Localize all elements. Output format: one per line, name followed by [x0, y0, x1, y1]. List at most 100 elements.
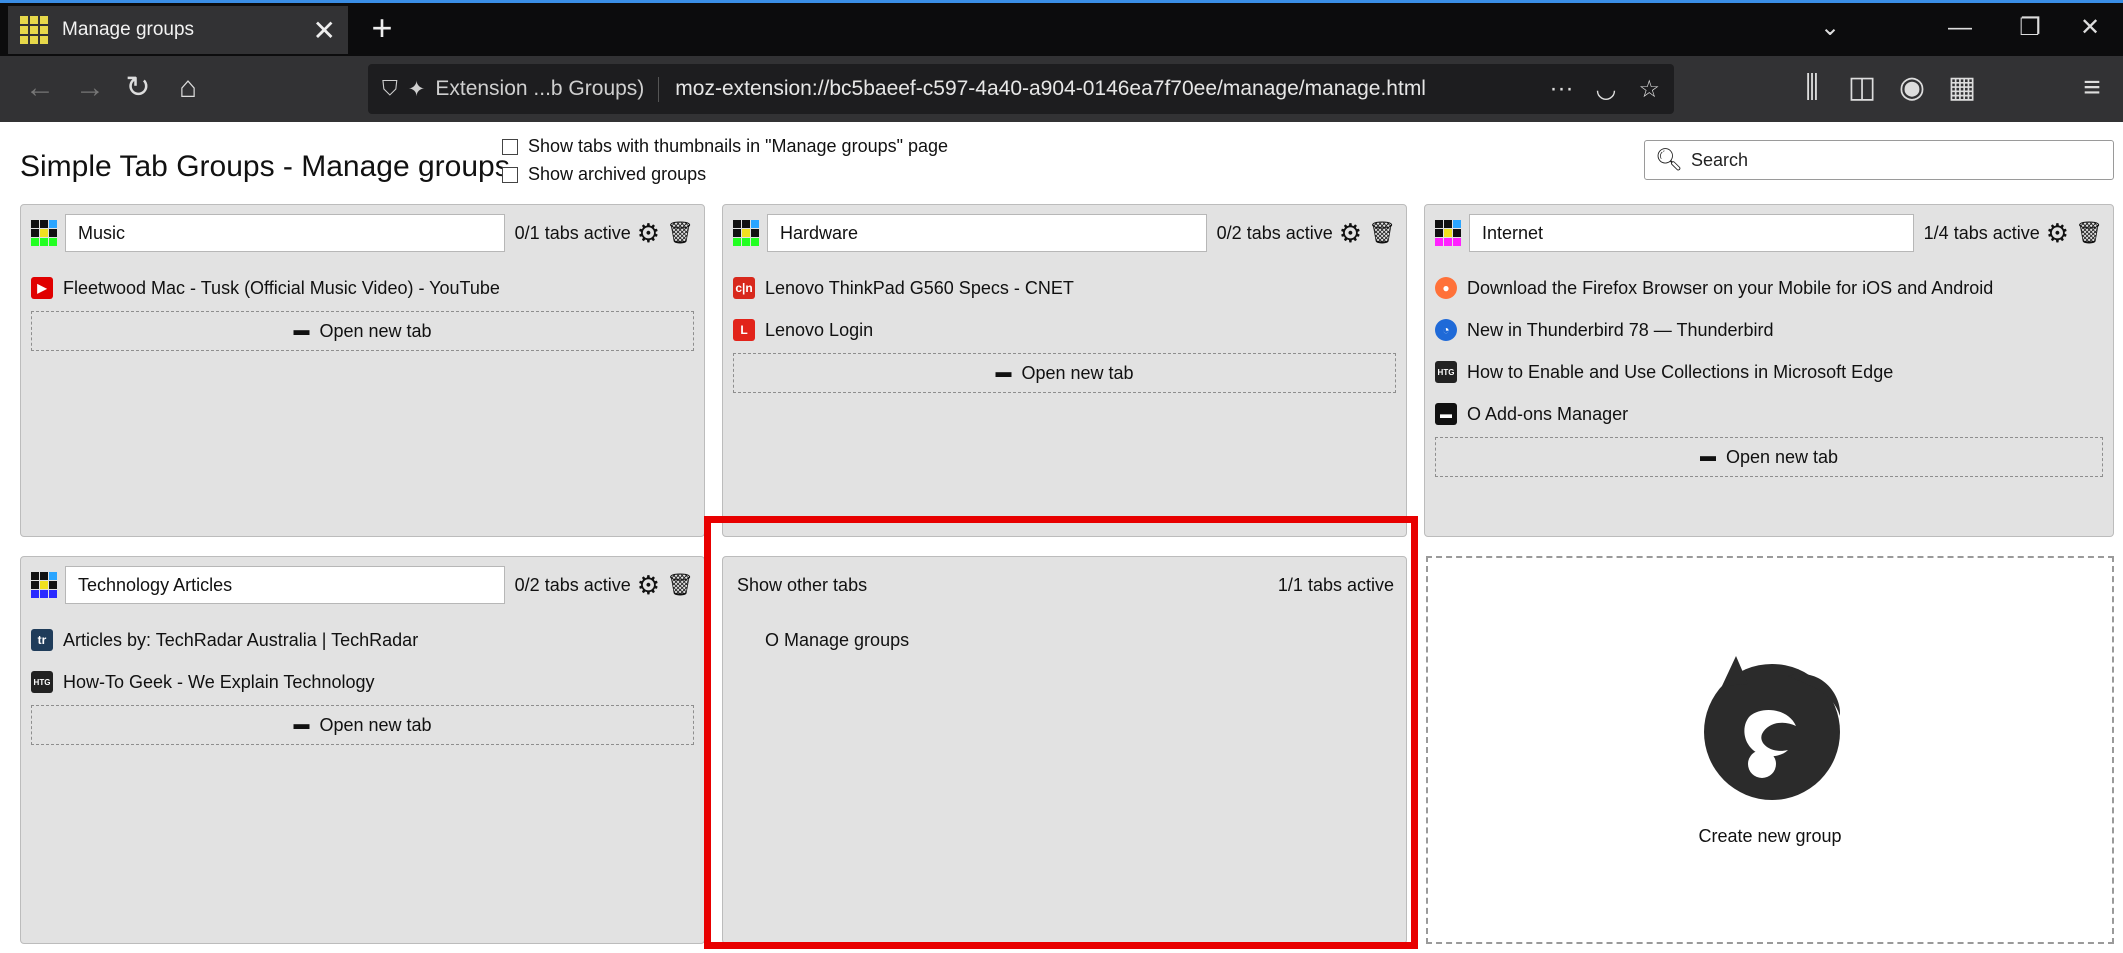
- firefox-logo-icon: [1704, 656, 1841, 800]
- tab-item[interactable]: ▶ Fleetwood Mac - Tusk (Official Music Vi…: [31, 267, 694, 309]
- option-archived-label: Show archived groups: [528, 164, 707, 184]
- restore-icon[interactable]: ❐: [2000, 6, 2060, 50]
- tab-item-manage-groups[interactable]: O Manage groups: [733, 619, 1396, 661]
- reload-icon[interactable]: ↻: [116, 66, 160, 110]
- close-window-icon[interactable]: ✕: [2060, 6, 2120, 50]
- open-new-tab-label: Open new tab: [319, 320, 432, 341]
- group-color-icon[interactable]: [1435, 220, 1461, 246]
- trash-icon[interactable]: 🗑︎: [2075, 220, 2103, 246]
- group-card-internet: Internet 1/4 tabs active ⚙ 🗑︎ ● Download the …: [1424, 204, 2114, 537]
- group-active-count: 1/4 tabs active: [1923, 222, 2040, 243]
- open-new-tab-label: Open new tab: [1725, 446, 1839, 467]
- tab-strip: Manage groups ✕ + ⌄ — ❐ ✕: [0, 0, 2123, 56]
- grid-icon: [733, 629, 755, 651]
- minimize-icon[interactable]: —: [1930, 6, 1990, 50]
- open-new-tab-label: Open new tab: [1021, 362, 1134, 383]
- open-new-tab-button[interactable]: ▬ Open new tab: [31, 705, 694, 745]
- option-archived[interactable]: Show archived groups: [502, 164, 706, 185]
- tab-title: O Add-ons Manager: [1467, 403, 1629, 424]
- list-all-tabs-chevron-icon[interactable]: ⌄: [1800, 6, 1860, 50]
- gear-icon[interactable]: ⚙: [1339, 218, 1362, 249]
- pocket-icon[interactable]: ◡: [1596, 75, 1617, 104]
- search-input[interactable]: 🔍︎ Search: [1644, 140, 2114, 180]
- site-identity[interactable]: ⛉ ✦ Extension ...b Groups): [382, 76, 660, 102]
- lenovo-icon: L: [733, 319, 755, 341]
- option-thumbnails[interactable]: Show tabs with thumbnails in "Manage gro…: [502, 136, 948, 157]
- thumbnails-checkbox[interactable]: [502, 138, 518, 155]
- shield-icon: ⛉: [382, 77, 398, 100]
- open-new-tab-label: Open new tab: [319, 714, 432, 735]
- tab-item[interactable]: tr Articles by: TechRadar Australia | Tec…: [31, 619, 694, 661]
- group-color-icon[interactable]: [31, 572, 57, 598]
- group-name-input[interactable]: Music: [65, 214, 505, 252]
- new-tab-icon: ▬: [1699, 448, 1716, 465]
- cnet-icon: c|n: [733, 277, 755, 299]
- gear-icon[interactable]: ⚙: [2046, 218, 2069, 249]
- new-tab-button[interactable]: +: [360, 6, 404, 50]
- group-name-input[interactable]: Technology Articles: [65, 566, 505, 604]
- extension-identity-label: Extension ...b Groups): [435, 77, 645, 100]
- forward-arrow-icon[interactable]: →: [68, 66, 112, 110]
- trash-icon[interactable]: 🗑︎: [1368, 220, 1396, 246]
- group-card-technology-articles: Technology Articles 0/2 tabs active ⚙ 🗑︎ tr A…: [20, 556, 705, 944]
- tab-item[interactable]: c|n Lenovo ThinkPad G560 Specs - CNET: [733, 267, 1396, 309]
- tab-title: New in Thunderbird 78 — Thunderbird: [1467, 319, 1774, 340]
- group-active-count: 0/2 tabs active: [1216, 222, 1333, 243]
- sidebar-icon[interactable]: ◫: [1840, 66, 1884, 110]
- group-tab-list: ● Download the Firefox Browser on your Mo…: [1435, 267, 2103, 477]
- open-new-tab-button[interactable]: ▬ Open new tab: [1435, 437, 2103, 477]
- back-arrow-icon[interactable]: ←: [18, 66, 62, 110]
- other-tabs-active-count: 1/1 tabs active: [1277, 575, 1394, 595]
- tab-title: O Manage groups: [765, 629, 910, 650]
- tab-item[interactable]: ● Download the Firefox Browser on your Mo…: [1435, 267, 2103, 309]
- account-icon[interactable]: ◉: [1890, 66, 1934, 110]
- accent-line: [0, 0, 2123, 3]
- tab-item[interactable]: L Lenovo Login: [733, 309, 1396, 351]
- puzzle-icon: ✦: [407, 77, 426, 101]
- thunderbird-icon: ◔: [1435, 319, 1457, 341]
- group-color-icon[interactable]: [31, 220, 57, 246]
- group-name-input[interactable]: Internet: [1469, 214, 1914, 252]
- page-actions-icon[interactable]: ···: [1550, 75, 1574, 103]
- gear-icon[interactable]: ⚙: [637, 218, 660, 249]
- tab-item[interactable]: ▬ O Add-ons Manager: [1435, 393, 2103, 435]
- open-new-tab-button[interactable]: ▬ Open new tab: [31, 311, 694, 351]
- techradar-icon: tr: [31, 629, 53, 651]
- group-active-count: 0/2 tabs active: [514, 574, 631, 595]
- tab-title: Lenovo ThinkPad G560 Specs - CNET: [765, 277, 1074, 298]
- group-name-input[interactable]: Hardware: [767, 214, 1207, 252]
- open-new-tab-button[interactable]: ▬ Open new tab: [733, 353, 1396, 393]
- search-icon: 🔍︎: [1655, 147, 1683, 172]
- tab-title: Lenovo Login: [765, 319, 874, 340]
- trash-icon[interactable]: 🗑︎: [666, 220, 694, 246]
- browser-tab-manage-groups[interactable]: Manage groups ✕: [8, 6, 348, 54]
- url-text[interactable]: moz-extension://bc5baeef-c597-4a40-a904-…: [675, 77, 1527, 101]
- bookmark-star-icon[interactable]: ☆: [1638, 75, 1660, 104]
- tab-item[interactable]: HTG How-To Geek - We Explain Technology: [31, 661, 694, 703]
- gear-icon[interactable]: ⚙: [637, 570, 660, 601]
- tab-item[interactable]: ◔ New in Thunderbird 78 — Thunderbird: [1435, 309, 2103, 351]
- group-header: Internet 1/4 tabs active ⚙ 🗑︎: [1435, 213, 2103, 253]
- group-color-icon[interactable]: [733, 220, 759, 246]
- create-new-group-button[interactable]: Create new group: [1426, 556, 2114, 944]
- new-tab-icon: ▬: [293, 716, 310, 733]
- menu-hamburger-icon[interactable]: ≡: [2070, 66, 2114, 110]
- simple-tab-groups-icon[interactable]: ▦: [1940, 66, 1984, 110]
- tab-close-icon[interactable]: ✕: [313, 14, 336, 47]
- archived-checkbox[interactable]: [502, 166, 518, 183]
- tab-title: Articles by: TechRadar Australia | TechR…: [63, 629, 419, 650]
- group-active-count: 0/1 tabs active: [514, 222, 631, 243]
- create-new-group-label: Create new group: [1698, 826, 1842, 846]
- tab-item[interactable]: HTG How to Enable and Use Collections in …: [1435, 351, 2103, 393]
- home-icon[interactable]: ⌂: [166, 66, 210, 110]
- navigation-bar: ← → ↻ ⌂ ⛉ ✦ Extension ...b Groups) moz-e…: [0, 56, 2123, 122]
- tab-title: How to Enable and Use Collections in Mic…: [1467, 361, 1894, 382]
- trash-icon[interactable]: 🗑︎: [666, 572, 694, 598]
- manage-groups-page: Simple Tab Groups - Manage groups Show t…: [0, 122, 2123, 953]
- option-thumbnails-label: Show tabs with thumbnails in "Manage gro…: [528, 136, 949, 156]
- tab-title: Manage groups: [62, 19, 195, 40]
- group-tab-list: c|n Lenovo ThinkPad G560 Specs - CNET L Len…: [733, 267, 1396, 393]
- group-tab-list: ▶ Fleetwood Mac - Tusk (Official Music Vi…: [31, 267, 694, 351]
- library-icon[interactable]: ⫼: [1790, 66, 1834, 110]
- url-bar[interactable]: ⛉ ✦ Extension ...b Groups) moz-extension…: [368, 64, 1674, 114]
